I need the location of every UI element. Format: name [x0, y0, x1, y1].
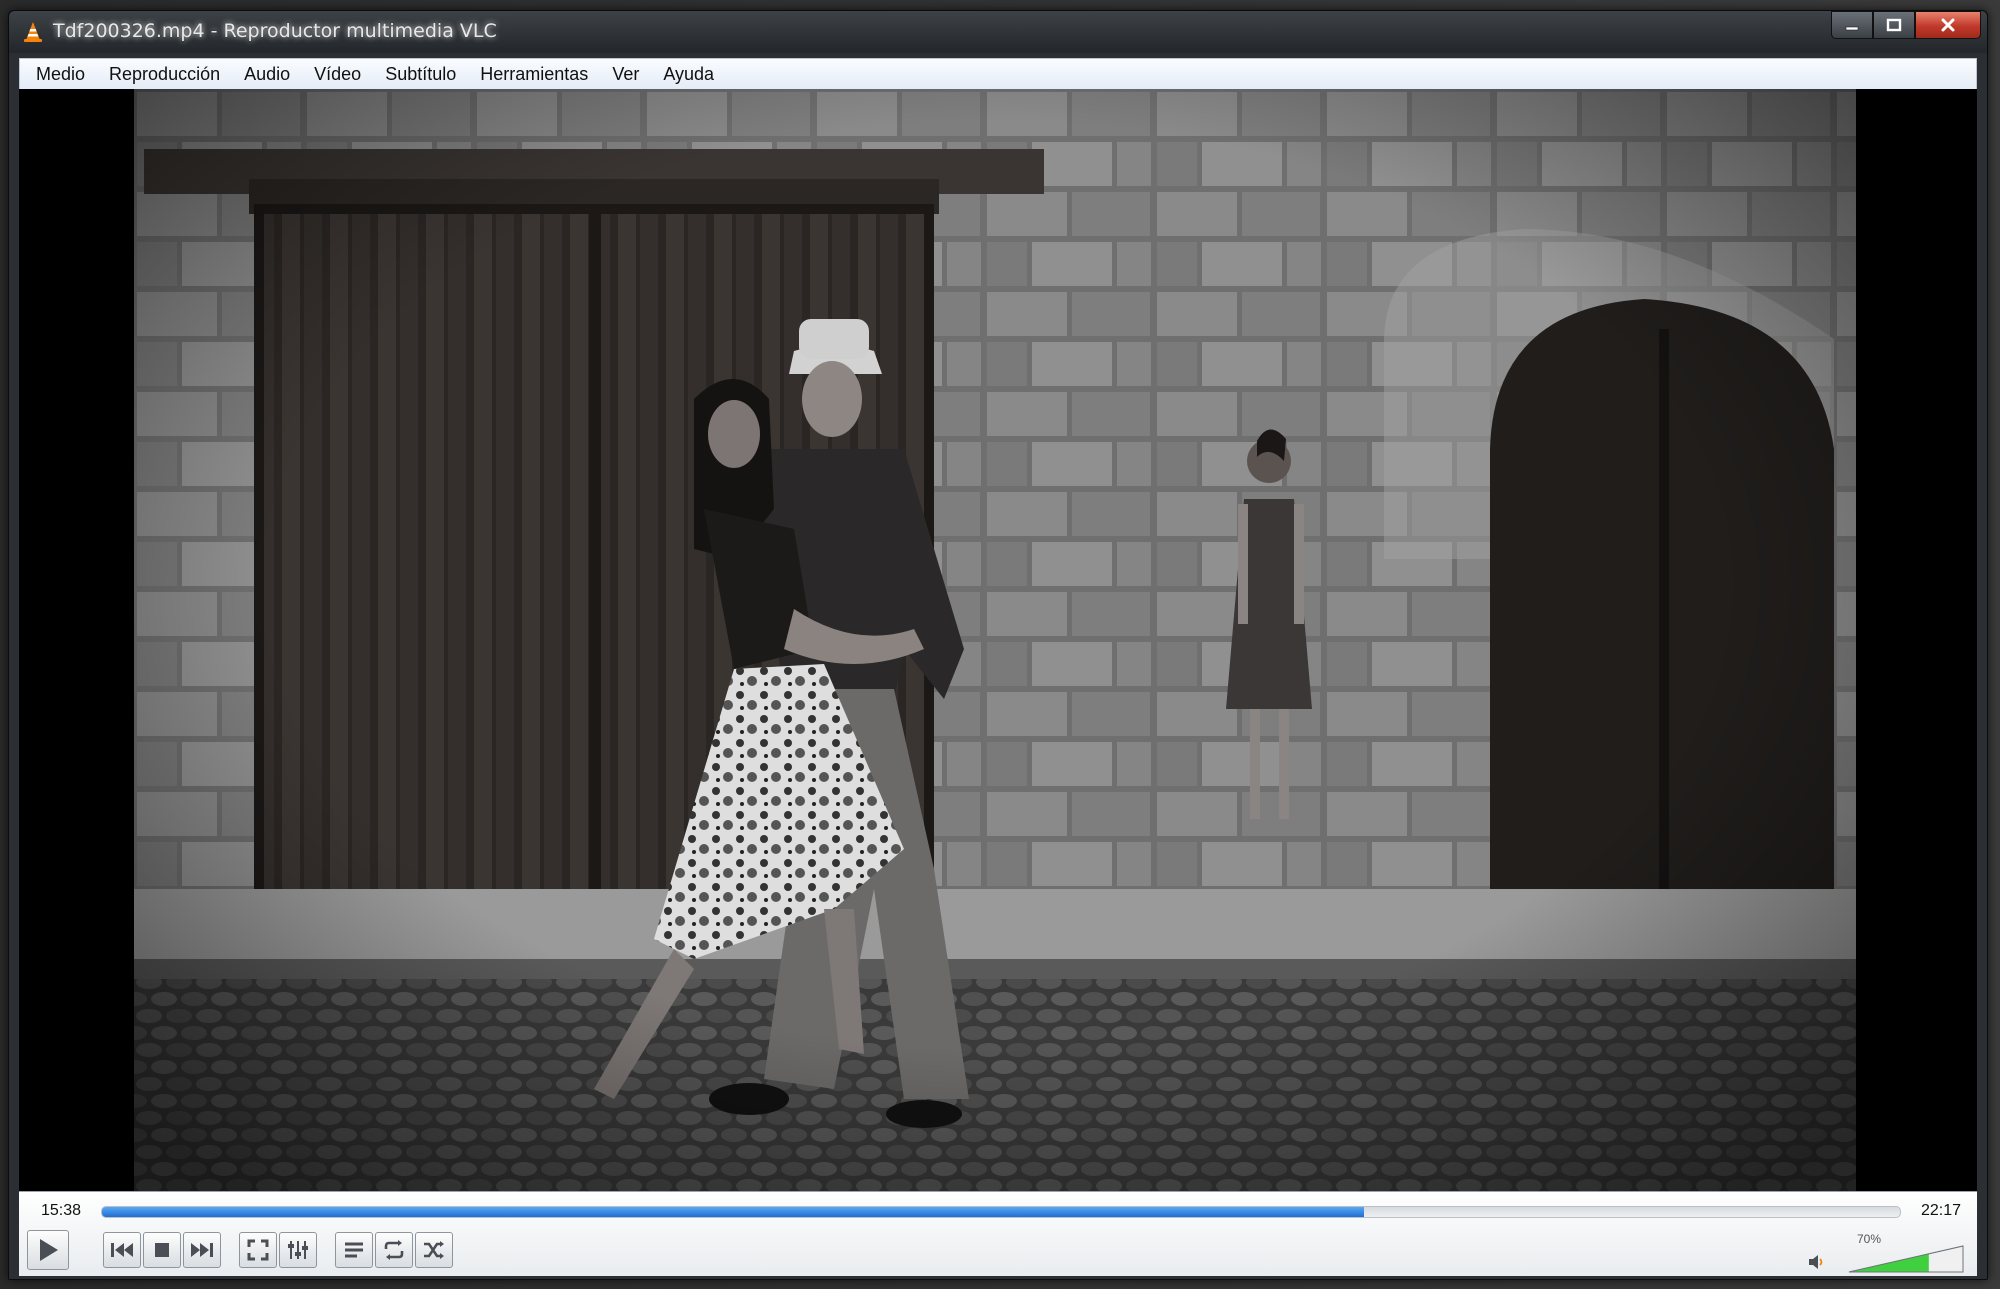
menu-medio[interactable]: Medio — [24, 60, 97, 88]
window-controls — [1831, 11, 1981, 39]
close-button[interactable] — [1915, 11, 1981, 39]
close-icon — [1941, 18, 1955, 32]
playlist-button[interactable] — [335, 1232, 373, 1268]
window-title: Tdf200326.mp4 - Reproductor multimedia V… — [53, 20, 497, 42]
menu-subtitulo[interactable]: Subtítulo — [373, 60, 468, 88]
minimize-icon — [1845, 26, 1859, 31]
menu-reproduccion[interactable]: Reproducción — [97, 60, 232, 88]
menu-bar: Medio Reproducción Audio Vídeo Subtítulo… — [19, 58, 1977, 90]
extended-settings-icon — [288, 1241, 308, 1259]
fullscreen-icon — [247, 1239, 269, 1261]
vlc-window: Tdf200326.mp4 - Reproductor multimedia V… — [8, 10, 1988, 1280]
stop-button[interactable] — [143, 1232, 181, 1268]
shuffle-icon — [424, 1241, 444, 1259]
volume-slider[interactable] — [1847, 1244, 1965, 1274]
seek-bar[interactable] — [101, 1206, 1901, 1218]
extended-settings-button[interactable] — [279, 1232, 317, 1268]
previous-button[interactable] — [103, 1232, 141, 1268]
playlist-icon — [345, 1242, 363, 1258]
title-bar[interactable]: Tdf200326.mp4 - Reproductor multimedia V… — [9, 11, 1987, 53]
next-button[interactable] — [183, 1232, 221, 1268]
speaker-icon[interactable] — [1807, 1254, 1827, 1270]
menu-audio[interactable]: Audio — [232, 60, 302, 88]
maximize-button[interactable] — [1873, 11, 1915, 39]
controls-panel: 15:38 22:17 70% — [19, 1191, 1977, 1276]
loop-icon — [384, 1240, 404, 1260]
total-time[interactable]: 22:17 — [1921, 1202, 1961, 1220]
seek-bar-progress — [102, 1207, 1364, 1217]
previous-icon — [111, 1243, 133, 1257]
video-area[interactable] — [19, 89, 1977, 1191]
stop-icon — [155, 1243, 169, 1257]
next-icon — [191, 1243, 213, 1257]
minimize-button[interactable] — [1831, 11, 1873, 39]
menu-ver[interactable]: Ver — [600, 60, 651, 88]
elapsed-time: 15:38 — [41, 1202, 82, 1219]
loop-button[interactable] — [375, 1232, 413, 1268]
vlc-cone-icon — [24, 22, 42, 42]
fullscreen-button[interactable] — [239, 1232, 277, 1268]
menu-herramientas[interactable]: Herramientas — [468, 60, 600, 88]
video-frame — [134, 89, 1856, 1191]
play-icon — [40, 1239, 58, 1261]
menu-ayuda[interactable]: Ayuda — [651, 60, 726, 88]
maximize-icon — [1886, 18, 1902, 32]
shuffle-button[interactable] — [415, 1232, 453, 1268]
play-button[interactable] — [27, 1230, 69, 1270]
menu-video[interactable]: Vídeo — [302, 60, 373, 88]
